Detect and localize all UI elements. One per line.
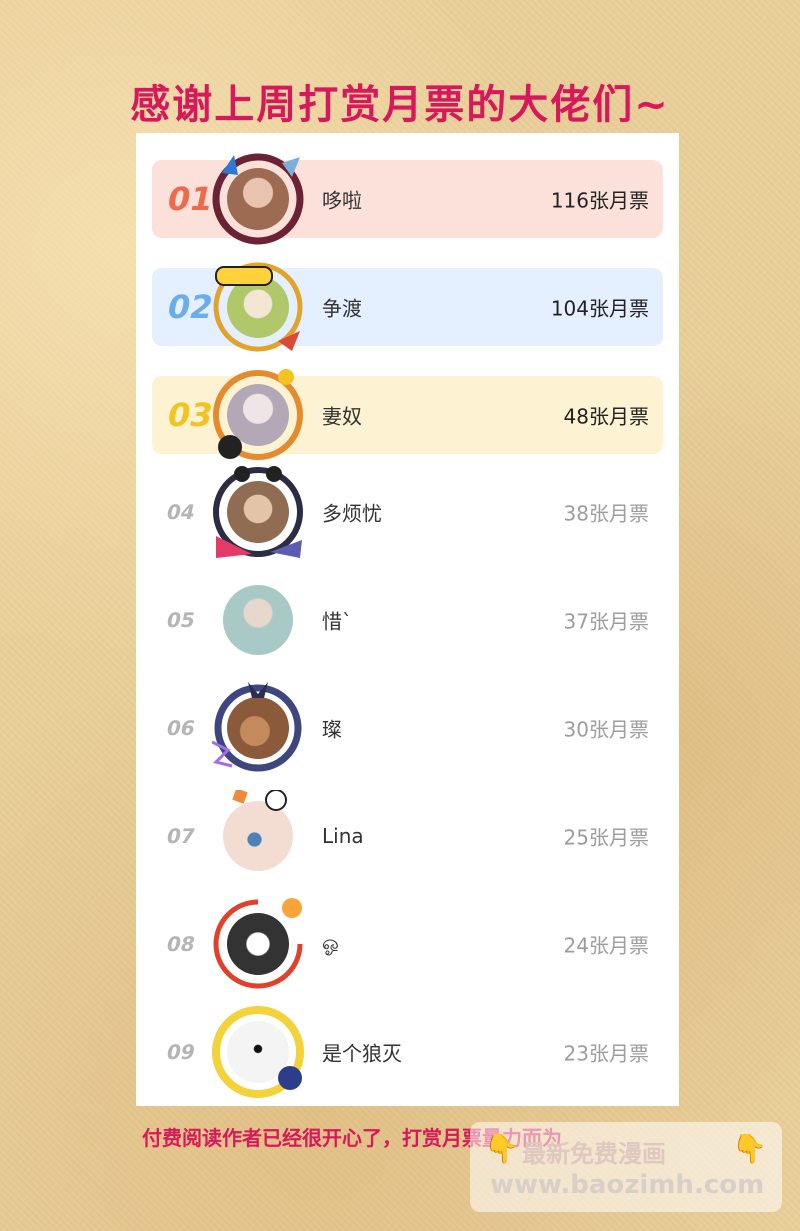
rank-number: 09	[164, 1040, 198, 1064]
vote-count: 23张月票	[563, 1041, 649, 1066]
watermark-line2: www.baozimh.com	[490, 1170, 765, 1200]
username: 哆啦	[322, 188, 362, 213]
ranking-row-2[interactable]: 02 争渡 104张月票	[152, 262, 663, 352]
avatar-frame-icon	[213, 369, 303, 460]
avatar[interactable]	[213, 466, 303, 558]
vote-count: 30张月票	[563, 717, 649, 742]
avatar-frame-icon	[212, 153, 304, 245]
rank-number: 07	[164, 824, 198, 848]
avatar-frame-icon	[212, 682, 302, 772]
rank-number: 01	[163, 180, 217, 218]
vote-count: 24张月票	[563, 933, 649, 958]
ranking-row-8[interactable]: 08 ஓ 24张月票	[152, 898, 663, 989]
avatar-frame-icon	[232, 790, 287, 811]
avatar[interactable]	[213, 898, 303, 989]
ranking-card: 01 哆啦 116张月票 02 争渡 104张月票 03 妻奴 48张月票 04…	[136, 133, 679, 1106]
vote-count: 48张月票	[563, 404, 649, 429]
ranking-row-1[interactable]: 01 哆啦 116张月票	[152, 153, 663, 245]
avatar-frame-icon	[213, 898, 303, 989]
username: 多烦忧	[322, 501, 382, 526]
vote-count: 38张月票	[563, 501, 649, 526]
ranking-row-4[interactable]: 04 多烦忧 38张月票	[152, 466, 663, 558]
vote-count: 104张月票	[550, 296, 649, 321]
rank-number: 08	[164, 932, 198, 956]
vote-count: 37张月票	[563, 609, 649, 634]
watermark-line1: 最新免费漫画	[522, 1140, 666, 1168]
rank-number: 06	[164, 716, 198, 740]
vote-count: 25张月票	[563, 825, 649, 850]
avatar[interactable]	[212, 153, 304, 245]
pointing-down-hand-icon: 👇	[484, 1132, 519, 1165]
pointing-down-hand-icon: 👇	[732, 1132, 767, 1165]
avatar[interactable]	[213, 262, 303, 352]
username: 妻奴	[322, 404, 362, 429]
username: Lina	[322, 824, 364, 848]
username: 争渡	[322, 296, 362, 321]
vote-count: 116张月票	[550, 188, 649, 213]
username: 是个狼灭	[322, 1041, 402, 1066]
username: 惜`	[322, 609, 352, 634]
ranking-row-9[interactable]: 09 是个狼灭 23张月票	[152, 1006, 663, 1098]
avatar-image	[223, 585, 293, 655]
username: 璨	[322, 717, 342, 742]
page-title: 感谢上周打赏月票的大佬们~	[130, 82, 670, 128]
rank-number: 05	[164, 608, 198, 632]
ranking-row-6[interactable]: 06 璨 30张月票	[152, 682, 663, 772]
rank-number: 02	[163, 288, 217, 326]
rank-number: 04	[164, 500, 198, 524]
avatar[interactable]	[212, 682, 302, 772]
ranking-row-5[interactable]: 05 惜` 37张月票	[152, 581, 663, 659]
avatar[interactable]	[222, 584, 294, 656]
avatar[interactable]	[213, 369, 303, 460]
watermark: 👇 最新免费漫画 👇 www.baozimh.com	[470, 1122, 782, 1212]
ranking-row-3[interactable]: 03 妻奴 48张月票	[152, 369, 663, 460]
avatar-frame-icon	[213, 466, 303, 558]
avatar[interactable]	[222, 790, 294, 872]
ranking-row-7[interactable]: 07 Lina 25张月票	[152, 790, 663, 875]
avatar-frame-icon	[213, 262, 303, 352]
rank-number: 03	[163, 396, 217, 434]
avatar[interactable]	[212, 1006, 304, 1098]
username: ஓ	[322, 930, 339, 955]
avatar-frame-icon	[212, 1006, 304, 1098]
